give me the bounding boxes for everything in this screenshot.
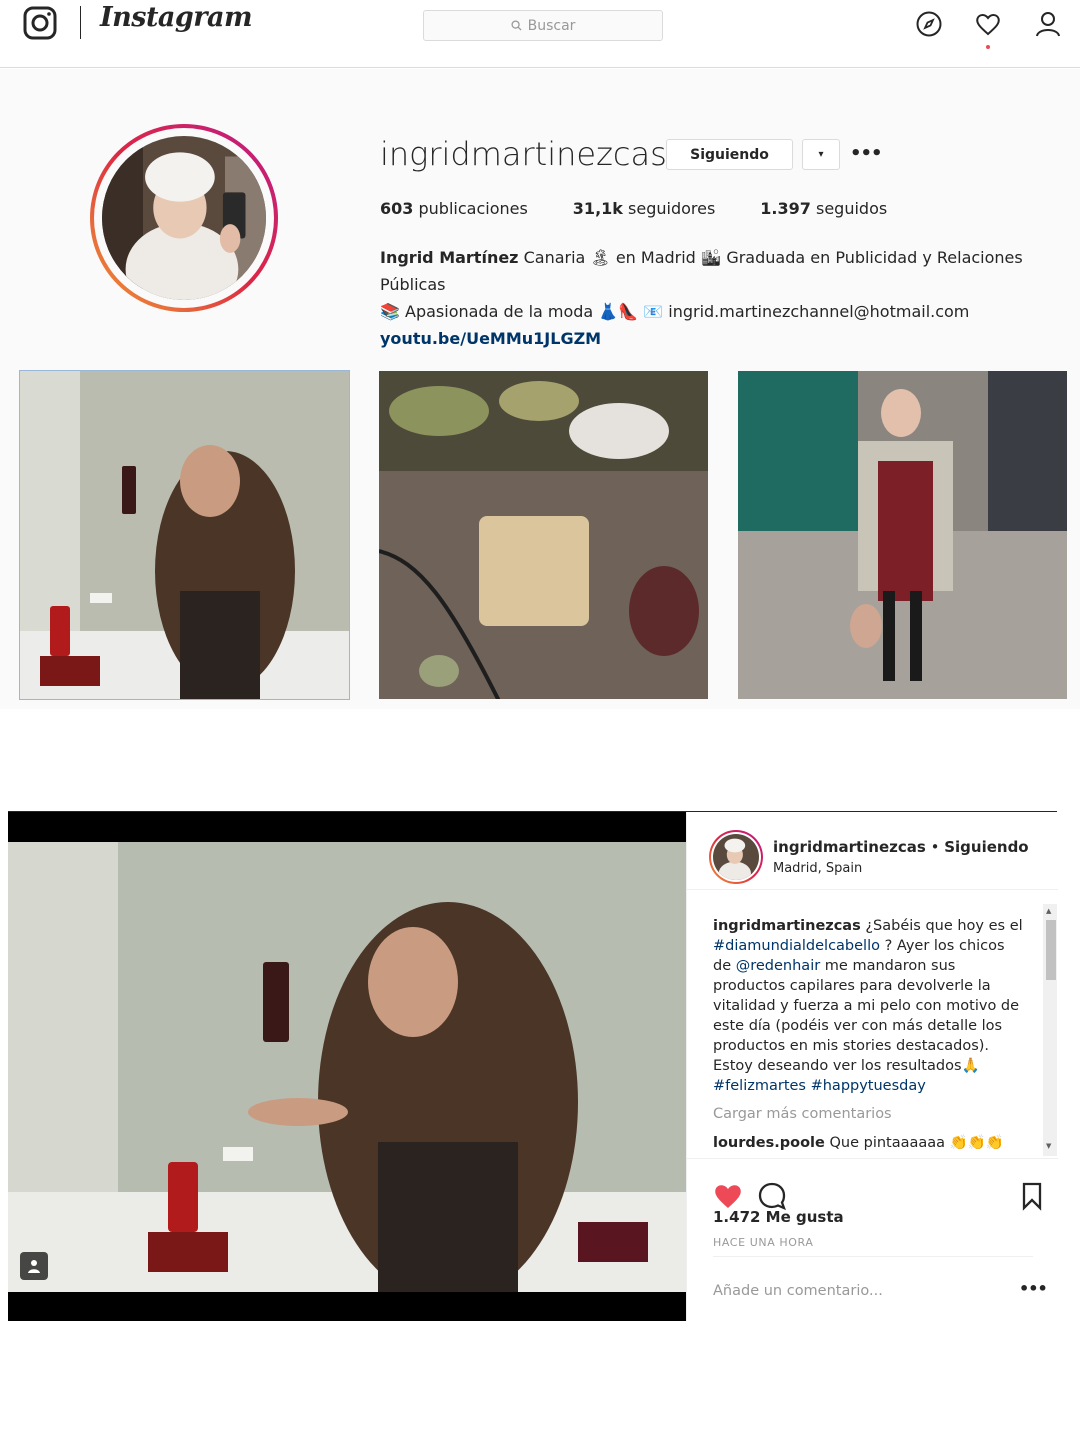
post-sidebar: ingridmartinezcas • Siguiendo Madrid, Sp… <box>686 812 1058 1321</box>
suggestions-dropdown-button[interactable]: ▾ <box>802 139 840 170</box>
header-separator: • <box>925 838 945 856</box>
user-tag-icon[interactable] <box>20 1252 48 1280</box>
nav-divider <box>80 6 81 39</box>
post-author-avatar-photo <box>713 834 759 880</box>
post-author-avatar[interactable] <box>709 830 763 884</box>
post-photo-3 <box>738 371 1067 699</box>
post-photo-1 <box>20 371 349 699</box>
stat-followers[interactable]: 31,1k seguidores <box>573 199 716 218</box>
post-follow-state[interactable]: Siguiendo <box>944 838 1028 856</box>
stat-following[interactable]: 1.397 seguidos <box>760 199 887 218</box>
scrollbar-thumb[interactable] <box>1046 920 1056 980</box>
top-nav: Instagram Buscar <box>0 0 1080 68</box>
post-location[interactable]: Madrid, Spain <box>773 861 862 876</box>
caption-hashtag-3[interactable]: #happytuesday <box>811 1078 926 1094</box>
comment-username[interactable]: lourdes.poole <box>713 1135 825 1151</box>
compass-icon[interactable] <box>915 10 943 38</box>
caption-username[interactable]: ingridmartinezcas <box>713 918 861 934</box>
profile-avatar[interactable] <box>90 124 278 312</box>
add-comment-section: Añade un comentario... ••• <box>713 1256 1048 1316</box>
post-author-line: ingridmartinezcas • Siguiendo <box>773 838 1029 856</box>
search-placeholder: Buscar <box>527 17 576 34</box>
comment-item: lourdes.poole Que pintaaaaaa 👏👏👏 <box>713 1133 1023 1153</box>
load-more-comments[interactable]: Cargar más comentarios <box>713 1104 1023 1124</box>
post-grid <box>19 370 1067 700</box>
instagram-glyph-icon[interactable] <box>23 6 57 40</box>
search-input[interactable]: Buscar <box>423 10 663 41</box>
post-caption: ingridmartinezcas ¿Sabéis que hoy es el … <box>713 916 1023 1096</box>
profile-full-name: Ingrid Martínez <box>380 248 519 267</box>
search-icon <box>511 20 522 31</box>
heart-icon[interactable] <box>974 10 1002 38</box>
like-heart-icon[interactable] <box>713 1181 743 1211</box>
instagram-wordmark[interactable]: Instagram <box>100 2 253 33</box>
like-count[interactable]: 1.472 Me gusta <box>713 1208 844 1226</box>
caption-hashtag-2[interactable]: #felizmartes <box>713 1078 806 1094</box>
post-photo <box>8 842 686 1292</box>
activity-dot <box>986 45 990 49</box>
instagram-page: Instagram Buscar ingridmartinezcas Sigui… <box>0 0 1080 1440</box>
profile-username: ingridmartinezcas <box>380 135 667 173</box>
caption-mention[interactable]: @redenhair <box>736 958 820 974</box>
more-options-icon[interactable]: ••• <box>850 143 883 165</box>
bookmark-icon[interactable] <box>1017 1181 1047 1211</box>
comments-list: ingridmartinezcas ¿Sabéis que hoy es el … <box>713 916 1023 1153</box>
caption-text-1: ¿Sabéis que hoy es el <box>860 918 1023 934</box>
grid-post-1[interactable] <box>19 370 350 700</box>
following-button[interactable]: Siguiendo <box>666 139 793 170</box>
user-icon[interactable] <box>1034 10 1062 38</box>
post-timestamp: HACE UNA HORA <box>713 1236 814 1249</box>
caption-text-3: me mandaron sus productos capilares para… <box>713 958 1020 1074</box>
scroll-down-arrow-icon[interactable]: ▼ <box>1046 1142 1054 1150</box>
grid-post-2[interactable] <box>379 371 708 699</box>
post-header: ingridmartinezcas • Siguiendo Madrid, Sp… <box>687 812 1058 890</box>
caption-hashtag-1[interactable]: #diamundialdelcabello <box>713 938 880 954</box>
bio-line-2: 📚 Apasionada de la moda 👗👠 📧 ingrid.mart… <box>380 302 970 321</box>
profile-bio: Ingrid Martínez Canaria 🏝 en Madrid 🏙 Gr… <box>380 244 1070 352</box>
profile-section: ingridmartinezcas Siguiendo ▾ ••• 603 pu… <box>0 69 1080 709</box>
chevron-down-icon: ▾ <box>818 149 824 160</box>
comment-text: Que pintaaaaaa 👏👏👏 <box>824 1135 1004 1151</box>
post-actions <box>687 1158 1058 1211</box>
stat-posts: 603 publicaciones <box>380 199 528 218</box>
post-author-username[interactable]: ingridmartinezcas <box>773 838 926 856</box>
profile-stats: 603 publicaciones 31,1k seguidores 1.397… <box>380 199 887 218</box>
scroll-up-arrow-icon[interactable]: ▲ <box>1046 907 1054 915</box>
post-media[interactable] <box>8 812 686 1321</box>
avatar-photo <box>102 136 266 300</box>
grid-post-3[interactable] <box>738 371 1067 699</box>
bio-link[interactable]: youtu.be/UeMMu1JLGZM <box>380 325 1070 352</box>
add-comment-input[interactable]: Añade un comentario... <box>713 1283 883 1299</box>
post-detail: ingridmartinezcas • Siguiendo Madrid, Sp… <box>8 811 1058 1321</box>
post-options-icon[interactable]: ••• <box>1019 1279 1048 1298</box>
comment-bubble-icon[interactable] <box>757 1181 787 1211</box>
post-photo-2 <box>379 371 708 699</box>
